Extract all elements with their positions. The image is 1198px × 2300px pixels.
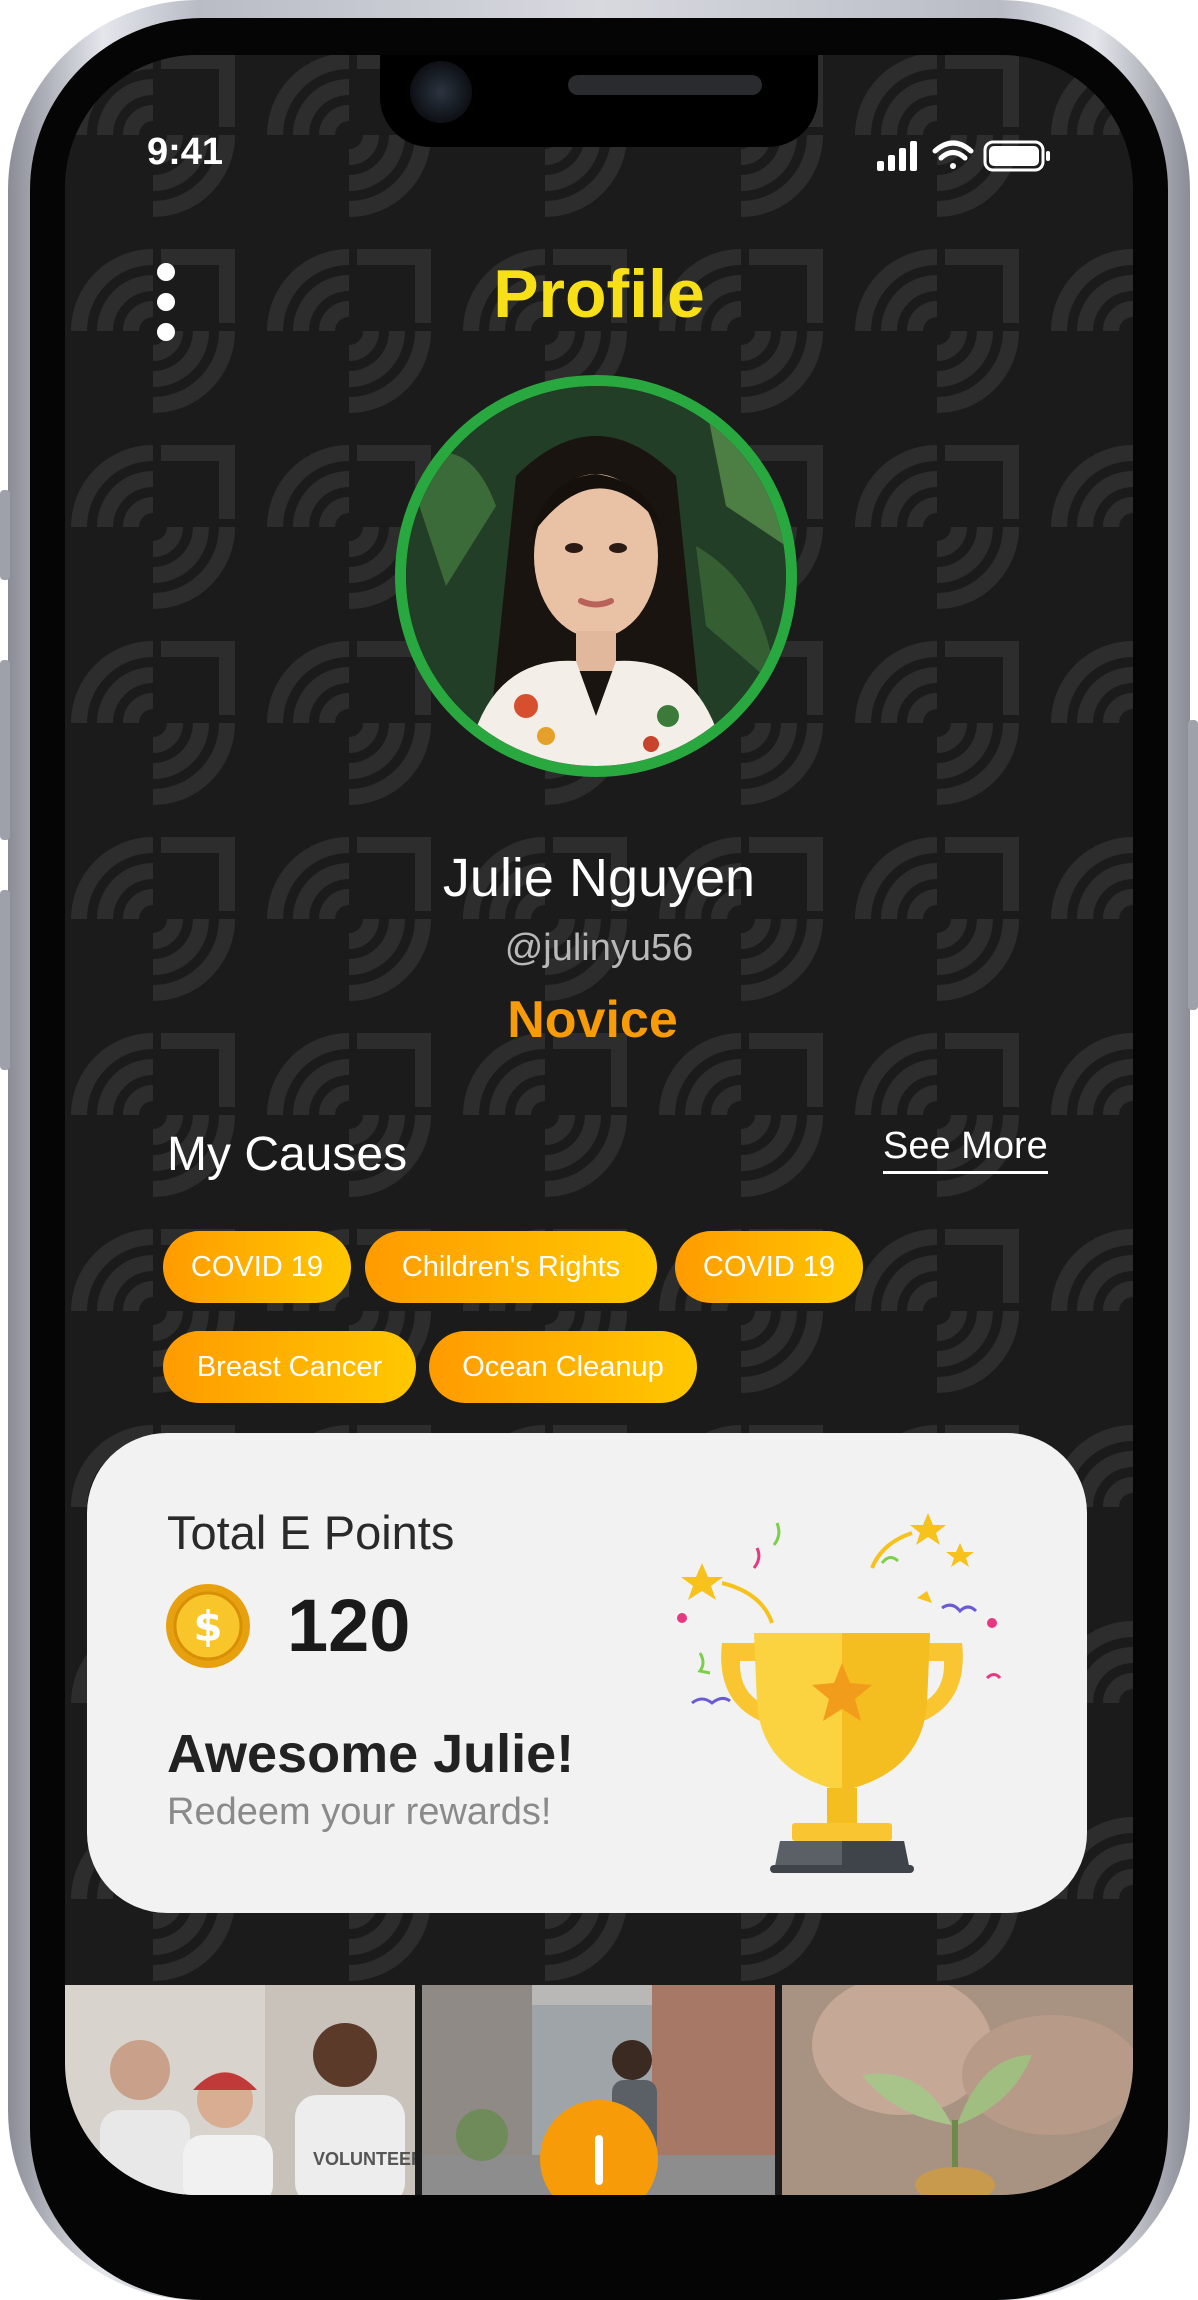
cause-chip[interactable]: Children's Rights xyxy=(365,1231,657,1303)
battery-icon xyxy=(983,140,1050,172)
user-handle: @julinyu56 xyxy=(504,927,694,969)
volunteers-photo[interactable]: VOLUNTEER xyxy=(65,1985,415,2195)
cause-chip[interactable]: COVID 19 xyxy=(163,1231,351,1303)
cause-chip[interactable]: Ocean Cleanup xyxy=(429,1331,697,1403)
cheer-headline: Awesome Julie! xyxy=(167,1724,575,1784)
power-button xyxy=(1188,720,1198,1010)
svg-text:$: $ xyxy=(193,1602,222,1651)
volume-up-button xyxy=(0,660,10,840)
avatar-photo xyxy=(406,386,786,766)
app-screen: 9:41 Profile Julie Nguyen @julinyu56 Nov… xyxy=(65,55,1133,2195)
volume-down-button xyxy=(0,890,10,1070)
wifi-icon xyxy=(932,140,974,169)
earpiece-speaker xyxy=(568,75,762,95)
signal-icon xyxy=(877,141,917,171)
status-icons xyxy=(877,140,1050,172)
avatar[interactable] xyxy=(395,375,797,777)
front-camera xyxy=(410,61,472,123)
points-card[interactable]: Total E Points $ 120 Awesome Julie! Rede… xyxy=(87,1433,1087,1913)
redeem-rewards-text[interactable]: Redeem your rewards! xyxy=(167,1791,551,1834)
dollar-coin-icon: $ xyxy=(166,1584,250,1668)
trophy-icon xyxy=(677,1513,1002,1873)
page-title: Profile xyxy=(493,256,705,332)
user-level: Novice xyxy=(507,991,678,1049)
points-label: Total E Points xyxy=(167,1506,455,1559)
seedling-photo[interactable] xyxy=(782,1985,1133,2195)
svg-text:VOLUNTEER: VOLUNTEER xyxy=(313,2149,415,2169)
plus-icon xyxy=(595,2135,603,2185)
cause-chip[interactable]: COVID 19 xyxy=(675,1231,863,1303)
silent-switch xyxy=(0,490,10,580)
status-time: 9:41 xyxy=(147,131,224,173)
user-name: Julie Nguyen xyxy=(442,848,756,908)
see-more-link[interactable]: See More xyxy=(883,1125,1048,1174)
section-title: My Causes xyxy=(167,1128,408,1181)
points-value: 120 xyxy=(287,1584,411,1667)
cause-chip[interactable]: Breast Cancer xyxy=(163,1331,416,1403)
